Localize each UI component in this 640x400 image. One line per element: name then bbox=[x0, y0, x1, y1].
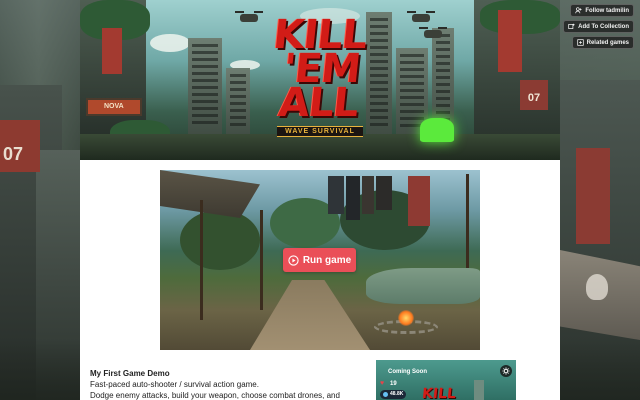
steam-icon bbox=[383, 392, 388, 397]
number-sign: 07 bbox=[520, 80, 548, 110]
ruined-tower bbox=[226, 68, 250, 138]
game-logo: KILL 'EM ALL WAVE SURVIVAL bbox=[254, 12, 386, 138]
mini-game-logo: KILL bbox=[421, 386, 457, 400]
game-embed[interactable]: Run game bbox=[160, 170, 480, 350]
related-games-button[interactable]: Related games bbox=[571, 36, 634, 49]
skull-icon bbox=[586, 274, 608, 300]
laundry-cloth bbox=[346, 176, 360, 220]
coming-soon-heading: Coming Soon bbox=[388, 369, 427, 375]
play-icon bbox=[288, 254, 299, 266]
banner-flag-right bbox=[498, 10, 522, 72]
logo-title-line2: 'EM ALL bbox=[276, 46, 363, 126]
dirt-path bbox=[250, 280, 370, 350]
toxic-slime bbox=[420, 118, 454, 142]
collection-add-icon bbox=[568, 23, 575, 29]
mini-tower bbox=[474, 380, 484, 400]
drone-icon bbox=[419, 27, 447, 38]
steam-badge: 48.8K bbox=[380, 390, 407, 399]
add-to-collection-button[interactable]: Add To Collection bbox=[563, 20, 634, 33]
cloud bbox=[150, 34, 190, 52]
pole bbox=[200, 200, 203, 320]
logo-subtitle: WAVE SURVIVAL bbox=[277, 126, 363, 137]
nova-sign: NOVA bbox=[86, 98, 142, 116]
coming-soon-card[interactable]: Coming Soon ♥ 19 48.8K KILL bbox=[376, 360, 516, 400]
follow-label: Follow tadmilin bbox=[585, 7, 629, 14]
run-game-label: Run game bbox=[302, 254, 352, 266]
gear-icon bbox=[502, 367, 510, 375]
follow-button[interactable]: Follow tadmilin bbox=[570, 4, 634, 17]
ruined-tower bbox=[188, 38, 222, 138]
related-games-icon bbox=[576, 39, 584, 46]
heart-icon: ♥ bbox=[380, 380, 385, 387]
laundry-cloth bbox=[362, 176, 374, 214]
run-game-button[interactable]: Run game bbox=[283, 248, 356, 272]
drone-icon bbox=[407, 11, 435, 22]
steam-count: 48.8K bbox=[390, 391, 404, 397]
game-banner: 07 NOVA KILL 'EM ALL WAVE SURVIVAL bbox=[80, 0, 560, 160]
background-sign-left: 07 bbox=[0, 120, 40, 172]
pond bbox=[366, 268, 480, 304]
description-title: My First Game Demo bbox=[90, 369, 170, 378]
tree bbox=[180, 210, 260, 270]
description-line: Fast-paced auto-shooter / survival actio… bbox=[90, 380, 259, 389]
related-games-label: Related games bbox=[586, 39, 629, 46]
page-actions: Follow tadmilin Add To Collection Relate… bbox=[563, 4, 634, 49]
settings-button[interactable] bbox=[500, 365, 512, 377]
game-page-panel: Run game My First Game Demo Fast-paced a… bbox=[80, 160, 560, 400]
laundry-cloth bbox=[376, 176, 392, 210]
add-to-collection-label: Add To Collection bbox=[578, 23, 629, 30]
description-line: Dodge enemy attacks, build your weapon, … bbox=[90, 391, 340, 400]
game-description: My First Game Demo Fast-paced auto-shoot… bbox=[90, 368, 360, 400]
tarp bbox=[160, 170, 260, 218]
background-flag-right bbox=[576, 148, 610, 244]
pole bbox=[260, 210, 263, 310]
user-plus-icon bbox=[575, 7, 582, 14]
laundry-flag bbox=[408, 176, 430, 226]
laundry-cloth bbox=[328, 176, 344, 214]
heart-count: 19 bbox=[390, 381, 397, 387]
banner-flag-left bbox=[102, 28, 122, 74]
campfire-icon bbox=[398, 310, 414, 326]
